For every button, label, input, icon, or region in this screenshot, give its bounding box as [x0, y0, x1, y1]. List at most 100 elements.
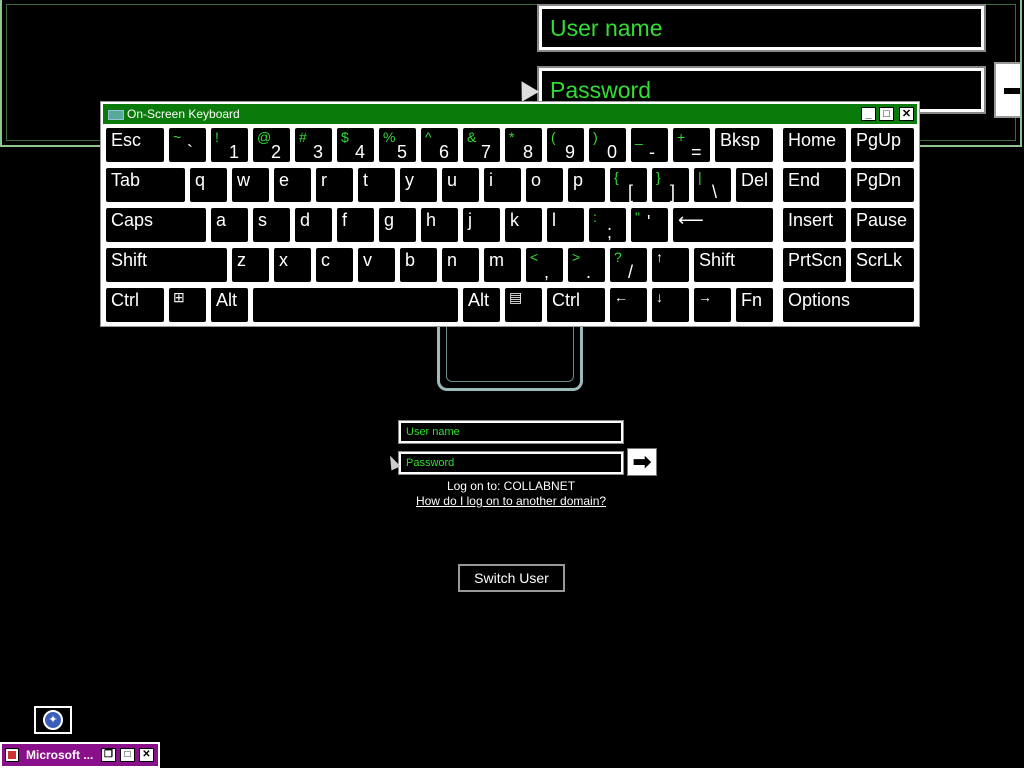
key-n[interactable]: n	[442, 248, 479, 282]
key-y[interactable]: y	[400, 168, 437, 202]
key-scrlk[interactable]: ScrLk	[851, 248, 914, 282]
username-field[interactable]: User name	[398, 420, 624, 444]
key-d[interactable]: d	[295, 208, 332, 242]
key-left[interactable]: ←	[610, 288, 647, 322]
key-4[interactable]: $4	[337, 128, 374, 162]
ease-of-access-button[interactable]: ✦	[34, 706, 72, 734]
key-backslash[interactable]: | \	[694, 168, 731, 202]
key-m[interactable]: m	[484, 248, 521, 282]
key-backspace[interactable]: Bksp	[715, 128, 773, 162]
left-arrow-icon: ←	[614, 289, 628, 305]
close-icon[interactable]: ✕	[139, 748, 154, 762]
key-left-ctrl[interactable]: Ctrl	[106, 288, 164, 322]
minimized-window[interactable]: Microsoft ... ❐ □ ✕	[0, 742, 160, 768]
close-button[interactable]: ✕	[899, 107, 914, 121]
maximize-icon[interactable]: □	[120, 748, 135, 762]
key-shift-label: @	[257, 129, 272, 145]
key-tilde[interactable]: ~ `	[169, 128, 206, 162]
restore-icon[interactable]: ❐	[101, 748, 116, 762]
key-pause[interactable]: Pause	[851, 208, 914, 242]
key-right-alt[interactable]: Alt	[463, 288, 500, 322]
key-esc[interactable]: Esc	[106, 128, 164, 162]
key-e[interactable]: e	[274, 168, 311, 202]
key-0[interactable]: ) 0	[589, 128, 626, 162]
key-left-shift[interactable]: Shift	[106, 248, 227, 282]
key-f[interactable]: f	[337, 208, 374, 242]
key-8[interactable]: * 8	[505, 128, 542, 162]
key-prtscn[interactable]: PrtScn	[783, 248, 846, 282]
key-i[interactable]: i	[484, 168, 521, 202]
password-field[interactable]: Password	[398, 451, 624, 475]
key-o[interactable]: o	[526, 168, 563, 202]
key-slash[interactable]: ? /	[610, 248, 647, 282]
switch-user-button[interactable]: Switch User	[458, 564, 565, 592]
key-delete[interactable]: Del	[736, 168, 773, 202]
key-semicolon[interactable]: :;	[589, 208, 626, 242]
key-3[interactable]: #3	[295, 128, 332, 162]
key-x[interactable]: x	[274, 248, 311, 282]
key-comma[interactable]: <,	[526, 248, 563, 282]
key-enter[interactable]: ⟵	[673, 208, 773, 242]
key-pgup[interactable]: PgUp	[851, 128, 914, 162]
minimize-button[interactable]: _	[861, 107, 876, 121]
key-s[interactable]: s	[253, 208, 290, 242]
key-space[interactable]	[253, 288, 458, 322]
key-quote[interactable]: " '	[631, 208, 668, 242]
key-c[interactable]: c	[316, 248, 353, 282]
key-t[interactable]: t	[358, 168, 395, 202]
key-b[interactable]: b	[400, 248, 437, 282]
key-windows[interactable]: ⊞	[169, 288, 206, 322]
key-u[interactable]: u	[442, 168, 479, 202]
key-5[interactable]: % 5	[379, 128, 416, 162]
key-r[interactable]: r	[316, 168, 353, 202]
key-menu[interactable]: ▤	[505, 288, 542, 322]
other-domain-link[interactable]: How do I log on to another domain?	[400, 494, 622, 508]
key-p[interactable]: p	[568, 168, 605, 202]
key-right[interactable]: →	[694, 288, 731, 322]
key-end[interactable]: End	[783, 168, 846, 202]
right-arrow-icon: →	[698, 289, 712, 305]
key-equals[interactable]: + =	[673, 128, 710, 162]
osk-title-bar[interactable]: On-Screen Keyboard _ □ ✕	[103, 104, 917, 124]
user-tile[interactable]	[437, 327, 583, 391]
key-up[interactable]: ↑	[652, 248, 689, 282]
key-fn[interactable]: Fn	[736, 288, 773, 322]
key-period[interactable]: >.	[568, 248, 605, 282]
key-v[interactable]: v	[358, 248, 395, 282]
key-6[interactable]: ^ 6	[421, 128, 458, 162]
key-home[interactable]: Home	[783, 128, 846, 162]
key-minus[interactable]: _ -	[631, 128, 668, 162]
key-label: n	[447, 250, 458, 270]
key-shift-label: ^	[425, 129, 432, 145]
key-caps[interactable]: Caps	[106, 208, 206, 242]
key-down[interactable]: ↓	[652, 288, 689, 322]
key-z[interactable]: z	[232, 248, 269, 282]
key-1[interactable]: ! 1	[211, 128, 248, 162]
key-tab[interactable]: Tab	[106, 168, 185, 202]
submit-arrow-button[interactable]: ➡	[627, 448, 657, 476]
key-h[interactable]: h	[421, 208, 458, 242]
key-label: d	[300, 210, 311, 230]
maximize-button[interactable]: □	[879, 107, 894, 121]
key-insert[interactable]: Insert	[783, 208, 846, 242]
key-label: [	[628, 182, 634, 202]
key-options[interactable]: Options	[783, 288, 914, 322]
key-l[interactable]: l	[547, 208, 584, 242]
key-w[interactable]: w	[232, 168, 269, 202]
key-label: 7	[481, 142, 492, 162]
key-g[interactable]: g	[379, 208, 416, 242]
key-pgdn[interactable]: PgDn	[851, 168, 914, 202]
key-right-shift[interactable]: Shift	[694, 248, 773, 282]
key-2[interactable]: @2	[253, 128, 290, 162]
enter-arrow-icon: ⟵	[678, 210, 704, 230]
key-right-ctrl[interactable]: Ctrl	[547, 288, 605, 322]
key-7[interactable]: & 7	[463, 128, 500, 162]
key-a[interactable]: a	[211, 208, 248, 242]
key-left-alt[interactable]: Alt	[211, 288, 248, 322]
key-j[interactable]: j	[463, 208, 500, 242]
key-9[interactable]: (9	[547, 128, 584, 162]
key-right-bracket[interactable]: }]	[652, 168, 689, 202]
key-k[interactable]: k	[505, 208, 542, 242]
key-q[interactable]: q	[190, 168, 227, 202]
key-left-bracket[interactable]: {[	[610, 168, 647, 202]
